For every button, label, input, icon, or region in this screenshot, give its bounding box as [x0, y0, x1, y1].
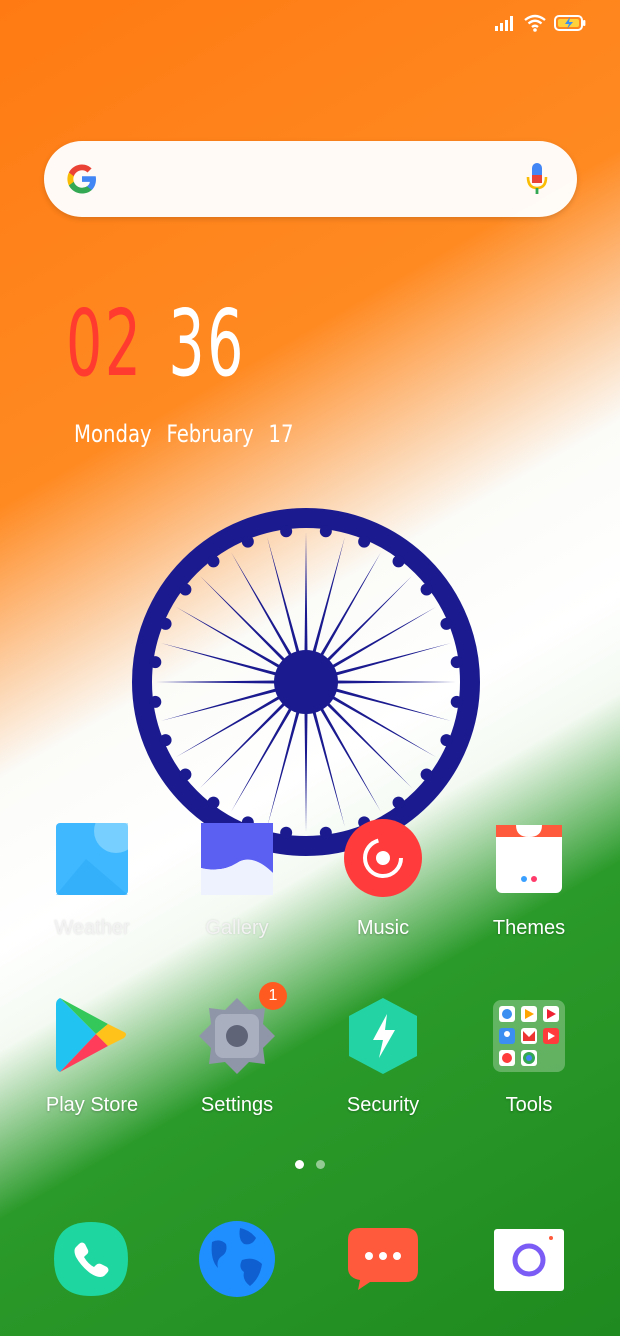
google-search-bar[interactable]	[44, 141, 577, 217]
clock-minutes: 36	[168, 290, 246, 397]
themes-icon	[493, 823, 565, 895]
chakra-rim-dot	[420, 768, 433, 781]
search-input[interactable]	[114, 159, 518, 201]
phone-icon	[52, 1222, 130, 1302]
notification-badge: 1	[259, 982, 287, 1010]
chakra-rim-dot	[319, 525, 332, 538]
chakra-spoke	[267, 710, 300, 827]
messaging-icon	[346, 1228, 420, 1296]
chakra-spoke	[326, 702, 413, 789]
battery-charging-icon	[554, 14, 586, 32]
status-bar	[494, 14, 586, 32]
gallery-icon	[201, 823, 273, 895]
app-label: Play Store	[45, 1094, 139, 1116]
chakra-spoke	[176, 695, 281, 757]
microphone-icon[interactable]	[525, 161, 549, 202]
chakra-spoke	[161, 643, 278, 676]
dock-camera[interactable]	[493, 1228, 565, 1297]
app-gallery[interactable]: Gallery	[172, 823, 302, 940]
page-dot[interactable]	[316, 1160, 325, 1169]
chakra-spoke	[156, 680, 277, 684]
chakra-spoke	[161, 688, 278, 721]
chakra-rim-dot	[179, 768, 192, 781]
chakra-rim-dot	[207, 555, 220, 568]
app-tools-folder[interactable]: Tools	[464, 1000, 594, 1117]
signal-icon	[494, 14, 516, 32]
chakra-rim-dot	[440, 617, 453, 630]
dock-browser[interactable]	[198, 1220, 276, 1303]
app-settings[interactable]: 1 Settings	[172, 982, 302, 1117]
chakra-spoke	[176, 607, 281, 669]
page-indicator	[295, 1160, 325, 1169]
chakra-rim-dot	[392, 555, 405, 568]
app-label: Tools	[505, 1094, 553, 1116]
app-label: Gallery	[205, 917, 269, 939]
chakra-rim-dot	[159, 617, 172, 630]
chakra-spoke	[312, 710, 345, 827]
chakra-spoke	[304, 711, 308, 832]
chakra-rim-dot	[420, 583, 433, 596]
chakra-spoke	[267, 537, 300, 654]
app-label: Themes	[492, 917, 566, 939]
security-icon	[347, 998, 419, 1074]
chakra-spoke	[331, 695, 436, 757]
tools-folder-icon	[493, 1000, 565, 1072]
clock-hours: 02	[66, 290, 144, 397]
chakra-rim-dot	[450, 656, 463, 669]
chakra-spoke	[319, 552, 381, 657]
chakra-rim-dot	[159, 734, 172, 747]
app-security[interactable]: Security	[318, 998, 448, 1117]
chakra-hub	[274, 650, 338, 714]
chakra-spoke	[319, 707, 381, 812]
chakra-rim-dot	[149, 695, 162, 708]
clock-widget[interactable]: 02 36	[66, 290, 246, 397]
chakra-spoke	[331, 607, 436, 669]
chakra-rim-dot	[280, 525, 293, 538]
dock-phone[interactable]	[52, 1220, 130, 1303]
date-weekday: Monday	[74, 420, 152, 448]
app-label: Security	[346, 1094, 420, 1116]
chakra-spoke	[304, 532, 308, 653]
settings-icon: 1	[199, 982, 287, 1074]
date-day: 17	[268, 420, 294, 448]
chakra-spoke	[326, 575, 413, 662]
app-label: Music	[356, 917, 410, 939]
chakra-rim-dot	[440, 734, 453, 747]
camera-icon	[493, 1229, 565, 1296]
date-month: February	[166, 420, 254, 448]
google-g-icon	[64, 161, 100, 202]
ashoka-chakra-wallpaper	[128, 504, 484, 865]
chakra-spoke	[199, 702, 286, 789]
chakra-rim-dot	[149, 656, 162, 669]
browser-icon	[198, 1221, 276, 1302]
music-icon	[344, 819, 422, 897]
date-widget: Monday February 17	[74, 420, 308, 448]
dock-messaging[interactable]	[346, 1220, 420, 1297]
play-store-icon	[56, 998, 128, 1072]
app-weather[interactable]: Weather	[27, 809, 157, 940]
chakra-spoke	[334, 688, 451, 721]
chakra-spoke	[334, 643, 451, 676]
chakra-rim-dot	[207, 796, 220, 809]
app-themes[interactable]: Themes	[464, 823, 594, 940]
chakra-spoke	[199, 575, 286, 662]
chakra-rim-dot	[358, 535, 371, 548]
app-label: Weather	[54, 917, 130, 939]
chakra-spoke	[335, 680, 456, 684]
app-music[interactable]: Music	[318, 819, 448, 940]
chakra-rim-dot	[241, 535, 254, 548]
chakra-spoke	[231, 707, 293, 812]
chakra-rim-dot	[179, 583, 192, 596]
chakra-rim-dot	[392, 796, 405, 809]
app-play-store[interactable]: Play Store	[27, 998, 157, 1117]
chakra-rim-dot	[450, 695, 463, 708]
chakra-spoke	[312, 537, 345, 654]
wifi-icon	[524, 14, 546, 32]
app-label: Settings	[200, 1094, 274, 1116]
page-dot-active[interactable]	[295, 1160, 304, 1169]
home-screen: 0236 Monday February 17 Weather Gallery	[0, 0, 620, 1336]
chakra-spoke	[231, 552, 293, 657]
weather-icon	[56, 809, 138, 895]
